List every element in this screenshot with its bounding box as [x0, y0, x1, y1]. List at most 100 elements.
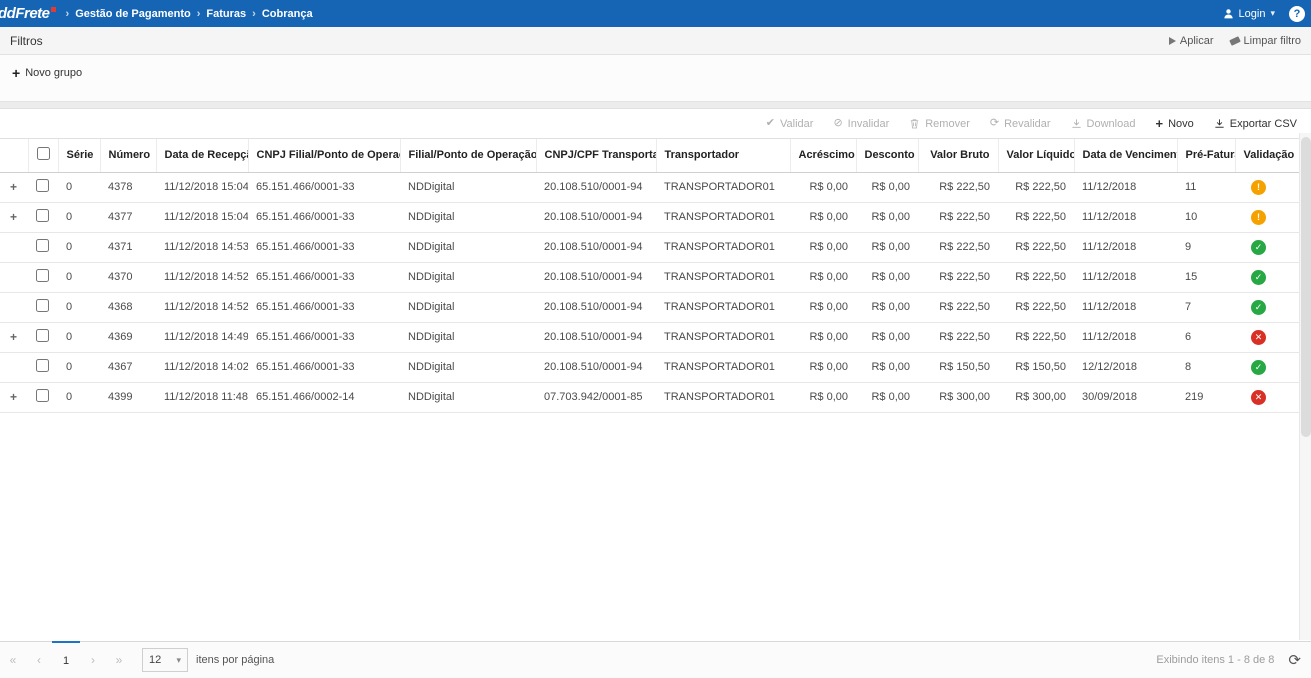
cell-acrescimo: R$ 0,00: [790, 352, 856, 382]
cell-filial: NDDigital: [400, 232, 536, 262]
cell-valor_bruto: R$ 222,50: [918, 262, 998, 292]
row-checkbox[interactable]: [36, 209, 49, 222]
column-header-transportador[interactable]: Transportador: [656, 139, 790, 172]
cell-select: [28, 382, 58, 412]
download-button[interactable]: Download: [1071, 118, 1136, 130]
table-row[interactable]: + 0 4377 11/12/2018 15:04 65.151.466/000…: [0, 202, 1299, 232]
cell-acrescimo: R$ 0,00: [790, 322, 856, 352]
last-page-button[interactable]: »: [106, 642, 132, 678]
cell-select: [28, 262, 58, 292]
row-checkbox[interactable]: [36, 179, 49, 192]
column-label: Número: [109, 149, 151, 161]
row-checkbox[interactable]: [36, 359, 49, 372]
row-checkbox[interactable]: [36, 329, 49, 342]
expand-row-button[interactable]: +: [8, 210, 19, 224]
breadcrumb-item-gestao[interactable]: Gestão de Pagamento: [75, 8, 191, 20]
refresh-icon[interactable]: ⟳: [1288, 651, 1301, 669]
login-menu[interactable]: Login ▾: [1223, 8, 1275, 20]
apply-filter-button[interactable]: Aplicar: [1169, 35, 1214, 47]
cell-valor_liquido: R$ 150,50: [998, 352, 1074, 382]
revalidate-label: Revalidar: [1004, 118, 1050, 130]
column-label: Transportador: [665, 149, 740, 161]
help-button[interactable]: ?: [1289, 6, 1305, 22]
expand-row-button[interactable]: +: [8, 330, 19, 344]
column-header-vencimento[interactable]: Data de Vencimento: [1074, 139, 1177, 172]
new-button[interactable]: + Novo: [1155, 117, 1193, 130]
cell-validacao: ✕: [1235, 382, 1299, 412]
clear-filter-label: Limpar filtro: [1244, 35, 1301, 47]
table-row[interactable]: + 0 4370 11/12/2018 14:52 65.151.466/000…: [0, 262, 1299, 292]
column-header-cnpj-filial[interactable]: CNPJ Filial/Ponto de Operação: [248, 139, 400, 172]
remove-button[interactable]: Remover: [909, 118, 970, 130]
breadcrumb-separator: ›: [252, 8, 256, 20]
cell-valor_liquido: R$ 222,50: [998, 202, 1074, 232]
breadcrumb-item-cobranca[interactable]: Cobrança: [262, 8, 313, 20]
column-label: CNPJ/CPF Transportador: [545, 149, 657, 161]
column-header-validacao[interactable]: Validação: [1235, 139, 1299, 172]
validate-label: Validar: [780, 118, 813, 130]
next-page-button[interactable]: ›: [80, 642, 106, 678]
cell-vencimento: 11/12/2018: [1074, 202, 1177, 232]
export-csv-button[interactable]: Exportar CSV: [1214, 118, 1297, 130]
clear-filter-button[interactable]: Limpar filtro: [1230, 35, 1301, 47]
column-header-acrescimo[interactable]: Acréscimo: [790, 139, 856, 172]
table-row[interactable]: + 0 4399 11/12/2018 11:48 65.151.466/000…: [0, 382, 1299, 412]
column-header-cnpj-transportador[interactable]: CNPJ/CPF Transportador: [536, 139, 656, 172]
revalidate-button[interactable]: ⟳ Revalidar: [990, 118, 1051, 130]
validation-error-icon[interactable]: ✕: [1251, 330, 1266, 345]
prev-page-button[interactable]: ‹: [26, 642, 52, 678]
table-row[interactable]: + 0 4378 11/12/2018 15:04 65.151.466/000…: [0, 172, 1299, 202]
page-number-1[interactable]: 1: [52, 641, 80, 678]
cell-cnpj_filial: 65.151.466/0002-14: [248, 382, 400, 412]
column-header-serie[interactable]: Série: [58, 139, 100, 172]
download-label: Download: [1087, 118, 1136, 130]
cell-vencimento: 30/09/2018: [1074, 382, 1177, 412]
column-header-filial[interactable]: Filial/Ponto de Operação: [400, 139, 536, 172]
cell-acrescimo: R$ 0,00: [790, 172, 856, 202]
cell-acrescimo: R$ 0,00: [790, 292, 856, 322]
column-header-valor-liquido[interactable]: Valor Líquido: [998, 139, 1074, 172]
breadcrumb-item-faturas[interactable]: Faturas: [206, 8, 246, 20]
new-group-button[interactable]: + Novo grupo: [12, 65, 82, 81]
scrollbar-thumb[interactable]: [1301, 137, 1311, 437]
column-header-numero[interactable]: Número: [100, 139, 156, 172]
validation-ok-icon[interactable]: ✓: [1251, 270, 1266, 285]
page-size-select[interactable]: 12 ▾: [142, 648, 188, 672]
validation-warning-icon[interactable]: !: [1251, 180, 1266, 195]
app-logo[interactable]: ddFrete: [0, 5, 66, 22]
validation-ok-icon[interactable]: ✓: [1251, 240, 1266, 255]
cell-numero: 4369: [100, 322, 156, 352]
validation-warning-icon[interactable]: !: [1251, 210, 1266, 225]
row-checkbox[interactable]: [36, 389, 49, 402]
select-all-checkbox[interactable]: [37, 147, 50, 160]
cell-expand: +: [0, 232, 28, 262]
cell-serie: 0: [58, 202, 100, 232]
column-header-pre-fatura[interactable]: Pré-Fatura: [1177, 139, 1235, 172]
table-row[interactable]: + 0 4369 11/12/2018 14:49 65.151.466/000…: [0, 322, 1299, 352]
validation-ok-icon[interactable]: ✓: [1251, 360, 1266, 375]
cell-select: [28, 232, 58, 262]
cell-vencimento: 11/12/2018: [1074, 322, 1177, 352]
column-header-recepcao[interactable]: Data de Recepção↓: [156, 139, 248, 172]
row-checkbox[interactable]: [36, 299, 49, 312]
table-row[interactable]: + 0 4368 11/12/2018 14:52 65.151.466/000…: [0, 292, 1299, 322]
expand-row-button[interactable]: +: [8, 390, 19, 404]
column-header-desconto[interactable]: Desconto: [856, 139, 918, 172]
cell-cnpj_filial: 65.151.466/0001-33: [248, 202, 400, 232]
invalidate-button[interactable]: ⊘ Invalidar: [833, 118, 889, 130]
table-row[interactable]: + 0 4367 11/12/2018 14:02 65.151.466/000…: [0, 352, 1299, 382]
row-checkbox[interactable]: [36, 269, 49, 282]
cell-recepcao: 11/12/2018 15:04: [156, 202, 248, 232]
validate-button[interactable]: ✔ Validar: [766, 118, 814, 130]
validation-error-icon[interactable]: ✕: [1251, 390, 1266, 405]
row-checkbox[interactable]: [36, 239, 49, 252]
expand-row-button[interactable]: +: [8, 180, 19, 194]
table-row[interactable]: + 0 4371 11/12/2018 14:53 65.151.466/000…: [0, 232, 1299, 262]
vertical-scrollbar[interactable]: [1299, 133, 1311, 640]
cell-transportador: TRANSPORTADOR01: [656, 262, 790, 292]
first-page-button[interactable]: «: [0, 642, 26, 678]
validation-ok-icon[interactable]: ✓: [1251, 300, 1266, 315]
cell-desconto: R$ 0,00: [856, 232, 918, 262]
cell-validacao: ✕: [1235, 322, 1299, 352]
column-header-valor-bruto[interactable]: Valor Bruto: [918, 139, 998, 172]
